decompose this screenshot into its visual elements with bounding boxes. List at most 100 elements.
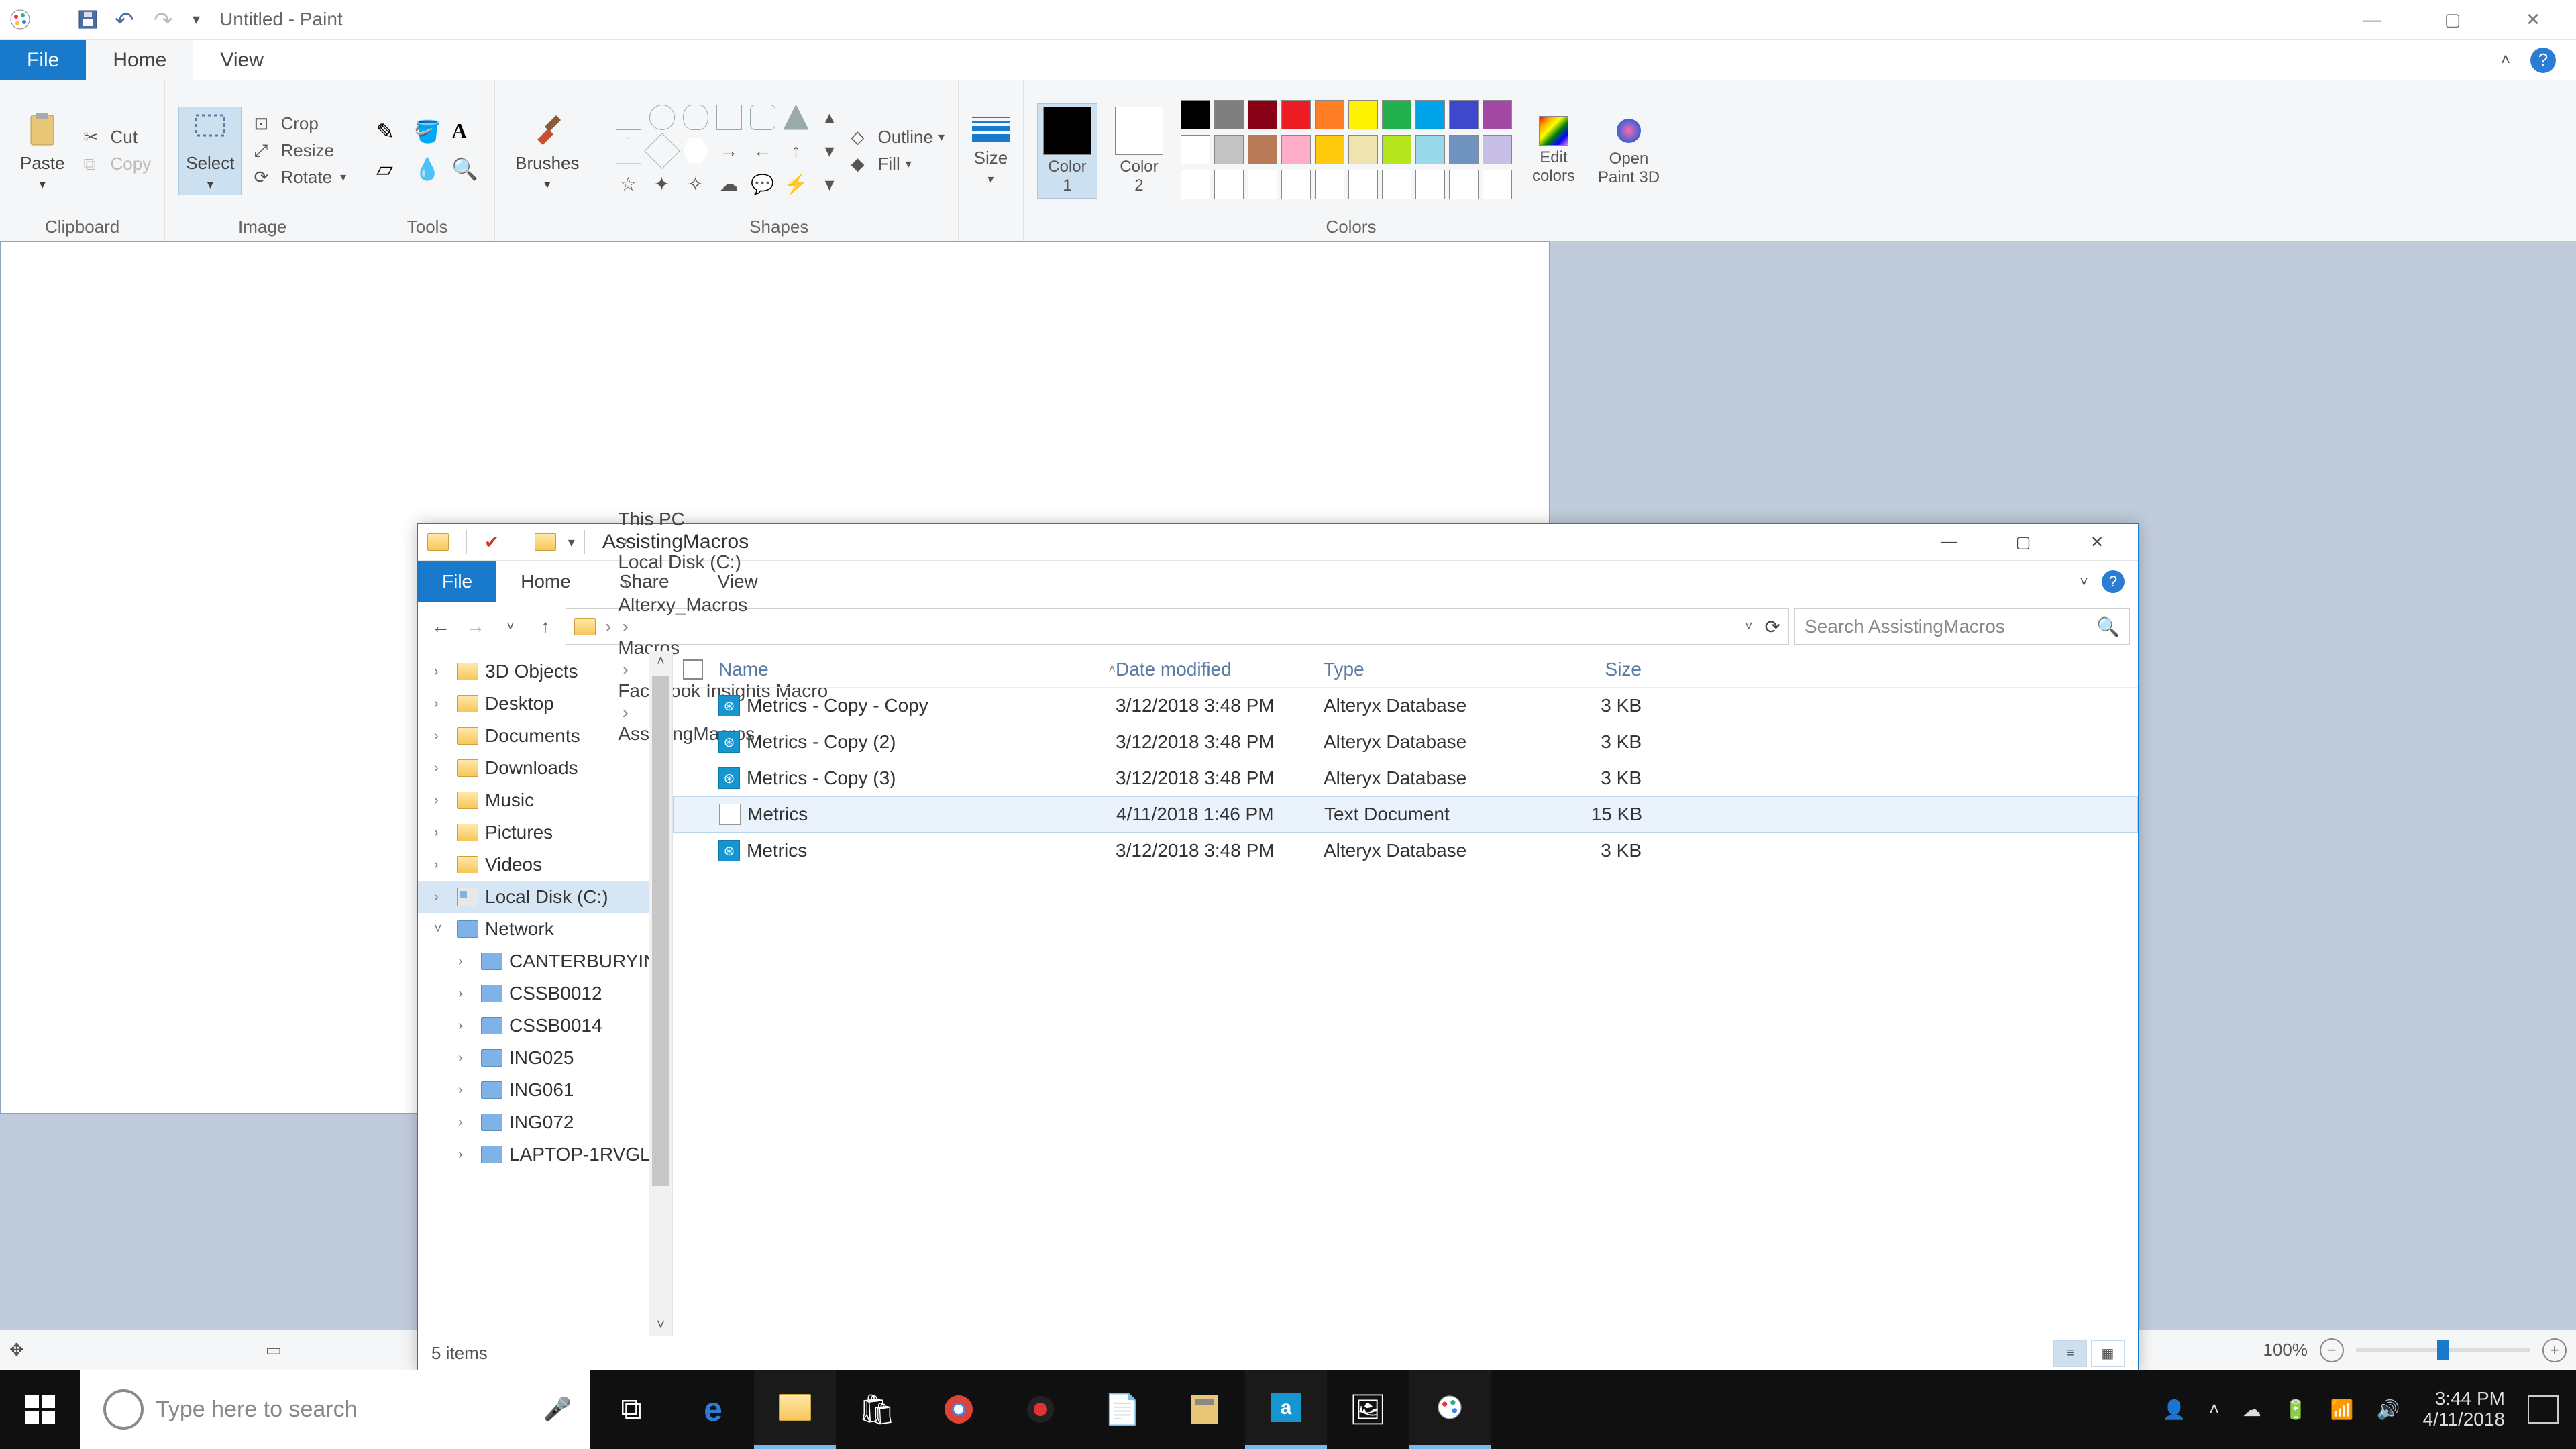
explorer-minimize-button[interactable]: — [1913,524,1986,560]
chevron-right-icon[interactable]: › [458,1051,474,1066]
color-swatch-empty[interactable] [1415,170,1445,199]
color-swatch-empty[interactable] [1315,170,1344,199]
pencil-tool-icon[interactable]: ✎ [376,119,403,146]
open-paint3d-button[interactable]: Open Paint 3D [1593,112,1665,190]
fill-tool-icon[interactable]: 🪣 [414,119,441,146]
paste-button[interactable]: Paste ▾ [13,107,72,195]
chevron-right-icon[interactable]: › [434,696,450,712]
qat-properties-icon[interactable]: ✔ [484,532,499,553]
col-date[interactable]: Date modified [1116,659,1324,680]
shape-fill-button[interactable]: ◆Fill▾ [851,154,945,175]
explorer-qat-dropdown-icon[interactable]: ▾ [568,534,575,551]
color-swatch-empty[interactable] [1281,170,1311,199]
scroll-down-icon[interactable]: ˅ [654,1315,667,1336]
nav-tree[interactable]: ›3D Objects›Desktop›Documents›Downloads›… [418,651,673,1336]
tree-item[interactable]: ›Local Disk (C:) [418,881,672,913]
taskbar-app1[interactable] [1000,1370,1081,1449]
chevron-right-icon[interactable]: › [458,954,474,969]
tree-scrollbar[interactable]: ˄ ˅ [649,651,672,1336]
explorer-tab-file[interactable]: File [418,561,496,602]
crop-button[interactable]: ⊡Crop [254,113,346,135]
undo-icon[interactable]: ↶ [115,7,139,32]
save-icon[interactable] [76,7,100,32]
details-view-button[interactable]: ≡ [2053,1340,2087,1367]
paint-minimize-button[interactable]: — [2332,0,2412,39]
breadcrumb-item[interactable]: Local Disk (C:) [618,551,828,573]
taskbar-store[interactable]: 🛍 [836,1370,918,1449]
col-size[interactable]: Size [1525,659,1659,680]
color-swatch[interactable] [1449,135,1479,164]
tree-item[interactable]: ›Documents [418,720,672,752]
file-row[interactable]: Metrics4/11/2018 1:46 PMText Document15 … [673,796,2138,833]
color-swatch[interactable] [1214,100,1244,129]
chevron-right-icon[interactable]: › [434,793,450,808]
tree-item[interactable]: ›3D Objects [418,655,672,688]
copy-button[interactable]: ⧉Copy [84,154,152,175]
size-button[interactable]: Size ▾ [972,115,1010,186]
color-swatch[interactable] [1348,135,1378,164]
chevron-right-icon[interactable]: › [434,825,450,841]
tree-item[interactable]: ›ING061 [418,1074,672,1106]
battery-icon[interactable]: 🔋 [2284,1399,2308,1421]
search-box[interactable]: Search AssistingMacros 🔍 [1794,608,2130,645]
redo-icon[interactable]: ↷ [154,7,178,32]
taskbar-paint[interactable] [1409,1370,1491,1449]
chevron-right-icon[interactable]: › [434,857,450,873]
color-swatch[interactable] [1348,100,1378,129]
color-swatch-empty[interactable] [1214,170,1244,199]
color-swatch[interactable] [1449,100,1479,129]
taskbar-alteryx[interactable]: a [1245,1370,1327,1449]
qat-folder-icon[interactable] [535,533,556,551]
explorer-close-button[interactable]: ✕ [2060,524,2134,560]
tree-item[interactable]: ›Videos [418,849,672,881]
chevron-right-icon[interactable]: › [458,986,474,1002]
mic-icon[interactable]: 🎤 [543,1396,572,1423]
color-swatch[interactable] [1214,135,1244,164]
people-icon[interactable]: 👤 [2163,1399,2186,1421]
explorer-ribbon-expand-icon[interactable]: ˅ [2080,573,2088,590]
magnifier-tool-icon[interactable]: 🔍 [451,156,478,183]
tray-clock[interactable]: 3:44 PM 4/11/2018 [2423,1389,2506,1430]
taskbar-edge[interactable]: e [672,1370,754,1449]
paint-tab-file[interactable]: File [0,40,86,80]
color-swatch-empty[interactable] [1382,170,1411,199]
color-swatch[interactable] [1415,135,1445,164]
color-swatch[interactable] [1483,135,1512,164]
explorer-maximize-button[interactable]: ▢ [1986,524,2060,560]
address-bar[interactable]: › This PC›Local Disk (C:)›Alterxy_Macros… [566,608,1789,645]
brushes-button[interactable]: Brushes ▾ [508,107,586,195]
color-swatch[interactable] [1382,135,1411,164]
color-swatch[interactable] [1181,135,1210,164]
task-view-button[interactable]: ⧉ [590,1370,672,1449]
text-tool-icon[interactable]: A [451,119,478,146]
file-row[interactable]: ⊛Metrics - Copy - Copy3/12/2018 3:48 PMA… [673,688,2138,724]
chevron-right-icon[interactable]: › [434,729,450,744]
color-swatch[interactable] [1281,100,1311,129]
color-swatch[interactable] [1315,100,1344,129]
tree-item[interactable]: ›Desktop [418,688,672,720]
onedrive-icon[interactable]: ☁ [2243,1399,2261,1421]
taskbar-search[interactable]: Type here to search 🎤 [80,1370,590,1449]
wifi-icon[interactable]: 📶 [2330,1399,2354,1421]
tree-item[interactable]: ›CSSB0014 [418,1010,672,1042]
tree-item[interactable]: ›Pictures [418,816,672,849]
file-row[interactable]: ⊛Metrics - Copy (3)3/12/2018 3:48 PMAlte… [673,760,2138,796]
paint-help-icon[interactable]: ? [2530,48,2556,73]
ribbon-collapse-icon[interactable]: ˄ [2501,51,2510,70]
shapes-gallery[interactable]: ▴ →←↑▾ ☆✦✧☁💬⚡▾ [614,103,845,199]
col-name[interactable]: Name˄ [713,659,1116,680]
color-swatch[interactable] [1248,135,1277,164]
shape-outline-button[interactable]: ◇Outline▾ [851,127,945,148]
volume-icon[interactable]: 🔊 [2377,1399,2400,1421]
explorer-help-icon[interactable]: ? [2102,570,2125,593]
breadcrumb-item[interactable]: Alterxy_Macros [618,594,828,616]
tree-item[interactable]: ›Music [418,784,672,816]
color-swatch[interactable] [1415,100,1445,129]
tree-item[interactable]: ›LAPTOP-1RVGLF [418,1138,672,1171]
explorer-tab-home[interactable]: Home [496,561,595,602]
tree-item[interactable]: ›ING025 [418,1042,672,1074]
chevron-right-icon[interactable]: › [434,761,450,776]
taskbar-chrome[interactable] [918,1370,1000,1449]
color-swatch[interactable] [1181,100,1210,129]
taskbar-app3[interactable]: 🖼 [1327,1370,1409,1449]
